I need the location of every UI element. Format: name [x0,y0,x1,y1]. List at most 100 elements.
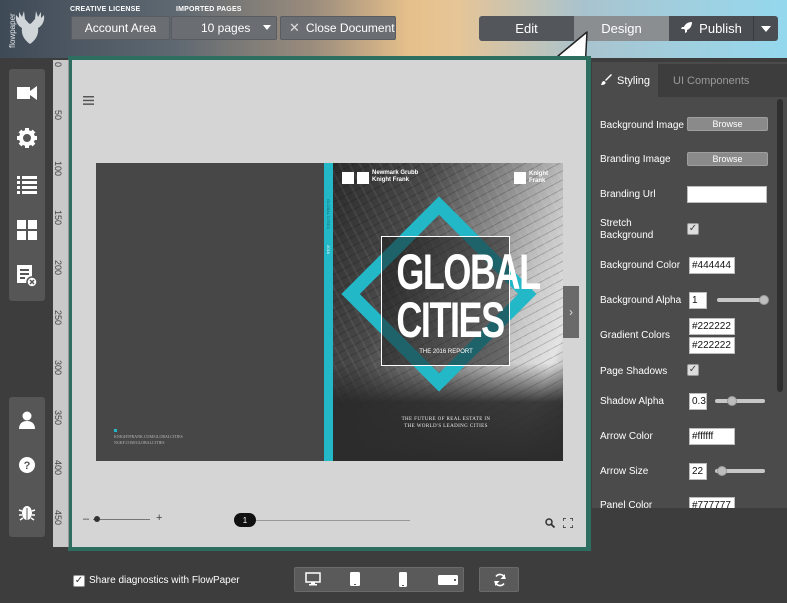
tab-ui-components[interactable]: UI Components [658,64,787,97]
account-area-label: Account Area [84,21,157,35]
nm-logo-mark [357,172,369,184]
remove-page-icon[interactable] [15,264,39,288]
back-cover-page: KNIGHTFRANK.COM/GLOBALCITIES NGKF.COM/GL… [96,163,324,461]
account-area-button[interactable]: Account Area [71,16,170,40]
publish-label: Publish [699,21,742,36]
background-color-input[interactable]: #444444 [689,257,735,274]
publish-button[interactable]: Publish [669,16,753,41]
shadow-alpha-slider-knob[interactable] [727,396,737,406]
background-alpha-slider-knob[interactable] [759,295,769,305]
page-indicator-value: 1 [242,515,248,525]
next-page-arrow[interactable]: › [563,286,579,338]
user-icon[interactable] [15,408,39,432]
help-icon[interactable]: ? [15,453,39,477]
panel-clip: Panel Color #777777 [592,496,777,508]
search-icon[interactable] [545,515,556,533]
stretch-background-label: Stretch Background [600,218,653,242]
svg-text:?: ? [24,460,31,472]
zoom-slider[interactable] [93,516,150,522]
brand-text: flowpaper [8,13,17,48]
imported-pages-label: IMPORTED PAGES [176,6,242,13]
ruler-mark: 150 [53,210,63,226]
page-shadows-checkbox[interactable]: ✓ [687,364,699,376]
brand-text-1: Knight [529,171,548,177]
arrow-color-input[interactable]: #ffffff [689,428,735,445]
hamburger-menu-icon[interactable] [83,92,94,105]
tab-styling[interactable]: Styling [593,64,658,97]
shadow-alpha-slider[interactable] [715,396,765,406]
ruler-mark: 350 [53,410,63,426]
flowpaper-logo[interactable]: flowpaper [6,4,54,54]
shadow-alpha-input[interactable]: 0.3 [689,393,707,410]
ruler-mark: 400 [53,460,63,476]
pages-select[interactable]: 10 pages [171,16,277,40]
desktop-preview-icon[interactable] [305,572,321,591]
background-image-browse-button[interactable]: Browse [687,117,768,131]
phone-preview-icon[interactable] [398,571,408,593]
video-icon[interactable] [15,81,39,105]
arrow-size-input[interactable]: 22 [689,463,707,480]
rocket-icon [680,21,693,37]
gear-icon[interactable] [15,126,39,150]
grid-icon[interactable] [15,218,39,242]
zoom-in-icon[interactable]: + [156,513,162,524]
stretch-background-label-line1: Stretch [600,218,632,229]
spine: GLOBAL CITIES 2016 [324,163,333,461]
cover-tagline-1: THE FUTURE OF REAL ESTATE IN [401,417,491,422]
cover-title-2: CITIES [396,292,505,348]
edit-label: Edit [515,21,538,36]
spine-title: GLOBAL CITIES [326,199,331,229]
zoom-out-icon[interactable]: – [83,514,89,525]
page-indicator[interactable]: 1 [234,513,256,527]
close-icon: ✕ [289,20,300,35]
page-scrubber[interactable] [246,520,410,521]
panel-color-input[interactable]: #777777 [689,497,735,508]
branding-url-input[interactable] [687,186,767,203]
background-alpha-slider[interactable] [717,295,769,305]
zoom-slider-knob[interactable] [94,516,100,522]
branding-url-label: Branding Url [600,189,656,200]
panel-scrollbar[interactable] [777,99,783,392]
arrow-size-slider[interactable] [715,466,765,476]
chevron-right-icon: › [569,305,573,319]
tablet-preview-icon[interactable] [349,571,361,592]
spine-year: 2016 [326,245,331,254]
cover-tagline-2: THE WORLD'S LEADING CITIES [404,424,488,429]
branding-image-browse-button[interactable]: Browse [687,152,768,166]
close-document-label: Close Document [305,21,395,35]
ruler-mark: 100 [53,161,63,177]
design-label: Design [601,21,642,36]
vertical-ruler: 0 50 100 150 200 250 300 350 400 450 [53,60,69,547]
landscape-preview-icon[interactable] [437,573,459,591]
back-cover-url-1: KNIGHTFRANK.COM/GLOBALCITIES [114,434,183,439]
gradient-color-2-input[interactable]: #222222 [689,337,735,354]
share-diagnostics-checkbox[interactable]: ✓ [73,575,85,587]
list-icon[interactable] [15,172,39,196]
ngkf-logo-mark [342,172,354,184]
back-cover-url-2: NGKF.COM/GLOBALCITIES [114,440,165,445]
ruler-mark: 300 [53,360,63,376]
ruler-mark: 0 [53,62,63,68]
bug-icon[interactable] [15,500,39,524]
branding-image-label: Branding Image [600,154,671,165]
gradient-color-1-input[interactable]: #222222 [689,318,735,335]
background-alpha-label: Background Alpha [600,295,682,306]
pages-select-value: 10 pages [201,21,251,35]
arrow-color-label: Arrow Color [600,431,653,442]
front-cover-page: Newmark Grubb Knight Frank Knight Frank … [333,163,563,461]
arrow-size-slider-knob[interactable] [717,466,727,476]
background-color-label: Background Color [600,260,681,271]
license-label: CREATIVE LICENSE [70,6,141,13]
gradient-colors-label: Gradient Colors [600,330,671,341]
fullscreen-icon[interactable] [562,515,574,533]
background-image-label: Background Image [600,120,684,131]
browse-label: Browse [712,119,743,129]
background-alpha-input[interactable]: 1 [689,292,707,309]
close-document-button[interactable]: ✕ Close Document [280,16,396,40]
partner-logo-text-2: Knight Frank [372,177,409,183]
stretch-background-checkbox[interactable]: ✓ [687,223,699,235]
partner-logo-text-1: Newmark Grubb [372,170,419,176]
refresh-button[interactable] [479,567,519,592]
publish-menu-button[interactable] [753,16,778,41]
stretch-background-label-line2: Background [600,230,654,241]
